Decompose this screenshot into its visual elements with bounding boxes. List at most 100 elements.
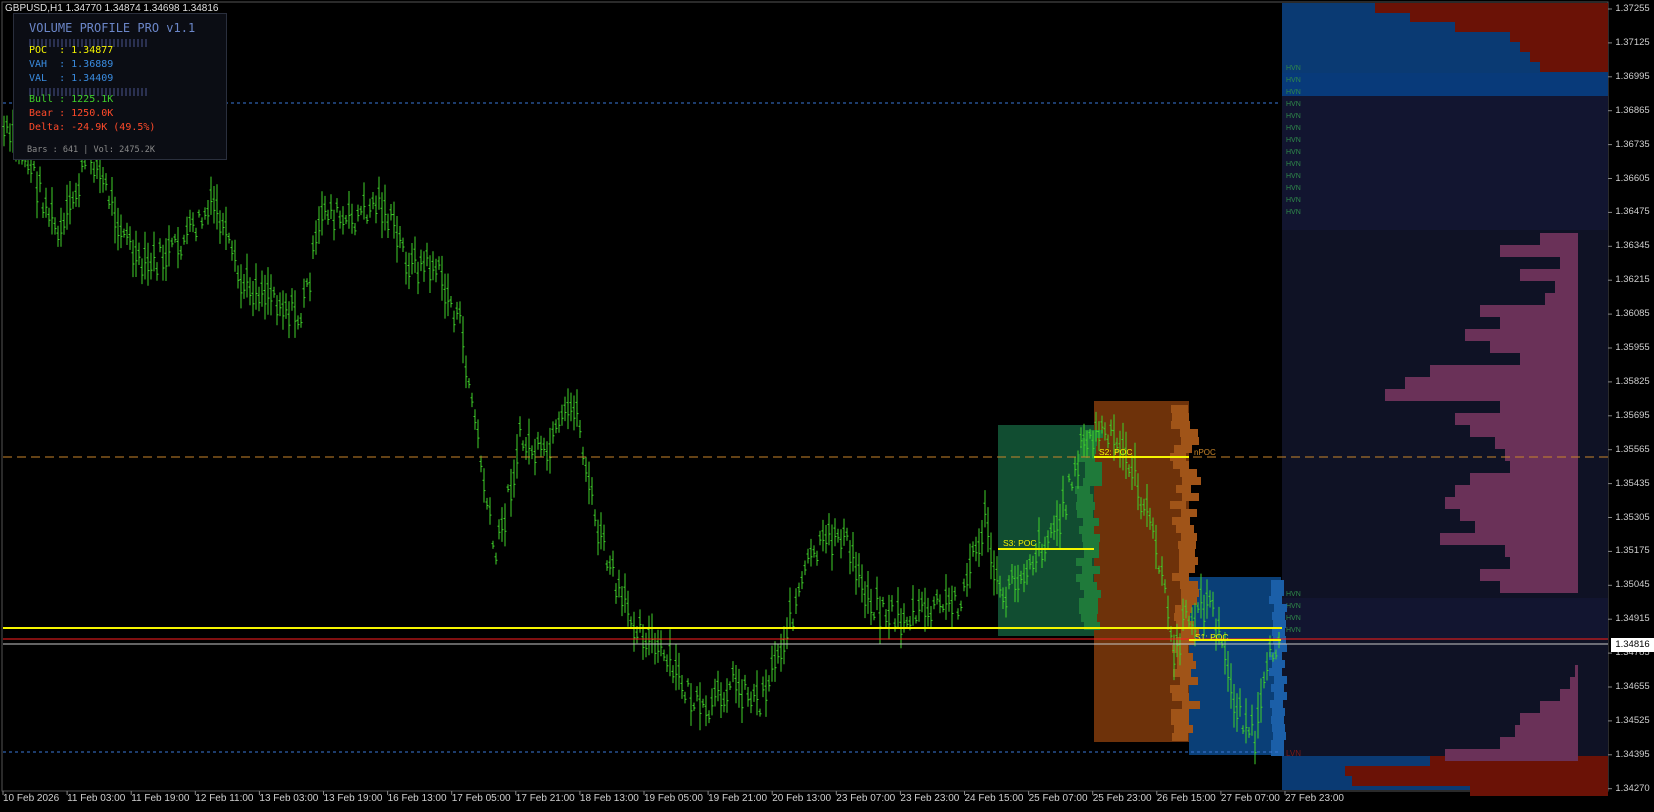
hvn-label: HVN bbox=[1286, 591, 1301, 598]
session-profile-bar bbox=[1178, 541, 1196, 549]
session-profile-bar bbox=[1271, 588, 1284, 596]
session-profile-bar bbox=[1075, 486, 1090, 494]
bull-volume-bar bbox=[1500, 401, 1578, 413]
panel-bear: Bear : 1250.0K bbox=[29, 108, 114, 119]
bear-volume-bar bbox=[1455, 22, 1608, 32]
price-label: 1.35435 bbox=[1615, 477, 1650, 489]
bull-volume-bar bbox=[1500, 245, 1578, 257]
hvn-label: HVN bbox=[1286, 209, 1301, 216]
session-profile-bar bbox=[1181, 509, 1197, 517]
session-profile-bar bbox=[1174, 725, 1193, 733]
session-profile-bar bbox=[1274, 692, 1287, 700]
hvn-label: HVN bbox=[1286, 101, 1301, 108]
panel-title: VOLUME PROFILE PRO v1.1 bbox=[29, 21, 196, 35]
time-label: 11 Feb 19:00 bbox=[131, 793, 190, 804]
hvn-label: HVN bbox=[1286, 65, 1301, 72]
session-profile-bar bbox=[1076, 502, 1095, 510]
time-label: 18 Feb 13:00 bbox=[579, 793, 639, 804]
profile-zone-hvn-lower bbox=[1282, 598, 1608, 638]
time-label: 13 Feb 03:00 bbox=[259, 793, 319, 804]
hvn-label: HVN bbox=[1286, 627, 1301, 634]
bull-volume-bar bbox=[1500, 317, 1578, 329]
session-profile-bar bbox=[1272, 612, 1285, 620]
bull-volume-bar bbox=[1475, 521, 1578, 533]
time-label: 27 Feb 07:00 bbox=[1220, 793, 1280, 804]
price-label: 1.36995 bbox=[1615, 70, 1650, 82]
bull-volume-bar bbox=[1385, 389, 1578, 401]
session-profile-bar bbox=[1170, 501, 1186, 509]
bull-volume-bar bbox=[1560, 689, 1578, 701]
time-label: 25 Feb 23:00 bbox=[1092, 793, 1152, 804]
bull-volume-bar bbox=[1500, 581, 1578, 593]
bear-volume-bar bbox=[1520, 42, 1608, 52]
bull-volume-bar bbox=[1480, 569, 1578, 581]
panel-footer: Bars : 641 | Vol: 2475.2K bbox=[27, 145, 155, 155]
session-profile-bar bbox=[1172, 733, 1188, 741]
session-profile-bar bbox=[1083, 518, 1099, 526]
time-label: 24 Feb 15:00 bbox=[964, 793, 1024, 804]
session-profile-bar bbox=[1272, 724, 1285, 732]
session-profile-bar bbox=[1172, 693, 1189, 701]
price-label: 1.37255 bbox=[1615, 3, 1650, 14]
lvn-label: LVN bbox=[1286, 749, 1301, 758]
price-label: 1.36865 bbox=[1615, 104, 1650, 116]
price-label: 1.35045 bbox=[1615, 579, 1650, 591]
hvn-label: HVN bbox=[1286, 161, 1301, 168]
time-label: 19 Feb 21:00 bbox=[708, 793, 768, 804]
s2-poc-label: S2: POC bbox=[1099, 447, 1133, 457]
session-profile-bar bbox=[1269, 668, 1282, 676]
session-profile-bar bbox=[1081, 614, 1097, 622]
time-label: 23 Feb 07:00 bbox=[836, 793, 896, 804]
session-profile-bar bbox=[1181, 437, 1199, 445]
hvn-label: HVN bbox=[1286, 185, 1301, 192]
panel-val: VAL : 1.34409 bbox=[29, 73, 114, 84]
price-label: 1.35825 bbox=[1615, 375, 1650, 387]
price-label: 1.37125 bbox=[1615, 36, 1650, 48]
bull-volume-bar bbox=[1460, 509, 1578, 521]
price-label: 1.36085 bbox=[1615, 308, 1650, 320]
session-profile-bar bbox=[1084, 550, 1099, 558]
bear-volume-bar bbox=[1410, 12, 1608, 22]
hvn-label: HVN bbox=[1286, 89, 1301, 96]
session-profile-bar bbox=[1182, 493, 1199, 501]
bear-volume-bar bbox=[1470, 786, 1608, 796]
bull-volume-bar bbox=[1505, 449, 1578, 461]
panel-poc: POC : 1.34877 bbox=[29, 45, 114, 56]
session-profile-bar bbox=[1181, 589, 1199, 597]
session-profile-bar bbox=[1274, 676, 1287, 684]
bull-volume-bar bbox=[1520, 269, 1578, 281]
session-profile-bar bbox=[1085, 470, 1102, 478]
session-profile-bar bbox=[1179, 557, 1198, 565]
session-profile-bar bbox=[1171, 405, 1188, 413]
bull-volume-bar bbox=[1545, 293, 1578, 305]
bull-volume-bar bbox=[1455, 413, 1578, 425]
time-label: 11 Feb 03:00 bbox=[67, 793, 126, 804]
bull-volume-bar bbox=[1470, 473, 1578, 485]
bull-volume-bar bbox=[1455, 485, 1578, 497]
session-profile-bar bbox=[1079, 598, 1098, 606]
volume-profile: HVN HVN HVN HVN HVN HVN HVN HVN HVN HVN HVN HVN HVN H… bbox=[1282, 3, 1608, 796]
time-label: 27 Feb 23:00 bbox=[1285, 793, 1344, 804]
time-label: 12 Feb 11:00 bbox=[195, 793, 254, 804]
session-profile-bar bbox=[1180, 581, 1198, 589]
bear-volume-bar bbox=[1510, 32, 1608, 42]
price-label: 1.36735 bbox=[1615, 138, 1650, 150]
session-profile-bar bbox=[1173, 461, 1189, 469]
bull-volume-bar bbox=[1540, 701, 1578, 713]
session-profile-bar bbox=[1085, 462, 1102, 470]
session-profile-bar bbox=[1271, 580, 1284, 588]
current-price-label: 1.34816 bbox=[1611, 638, 1654, 652]
price-label: 1.34270 bbox=[1615, 782, 1650, 794]
chart-canvas[interactable]: HVN HVN HVN HVN HVN HVN HVN HVN HVN HVN HVN HVN HVN H… bbox=[0, 0, 1654, 812]
session-profile-bar bbox=[1083, 478, 1102, 486]
profile-zone-hvn-upper bbox=[1282, 96, 1608, 230]
price-label: 1.35175 bbox=[1615, 545, 1650, 557]
session-profile-bar bbox=[1180, 469, 1197, 477]
bull-volume-bar bbox=[1540, 233, 1578, 245]
session-profile-bar bbox=[1179, 549, 1195, 557]
time-label: 10 Feb 2026 bbox=[3, 793, 60, 804]
price-label: 1.35695 bbox=[1615, 409, 1650, 421]
hvn-label: HVN bbox=[1286, 615, 1301, 622]
hvn-label: HVN bbox=[1286, 173, 1301, 180]
session-profile-bar bbox=[1180, 429, 1198, 437]
